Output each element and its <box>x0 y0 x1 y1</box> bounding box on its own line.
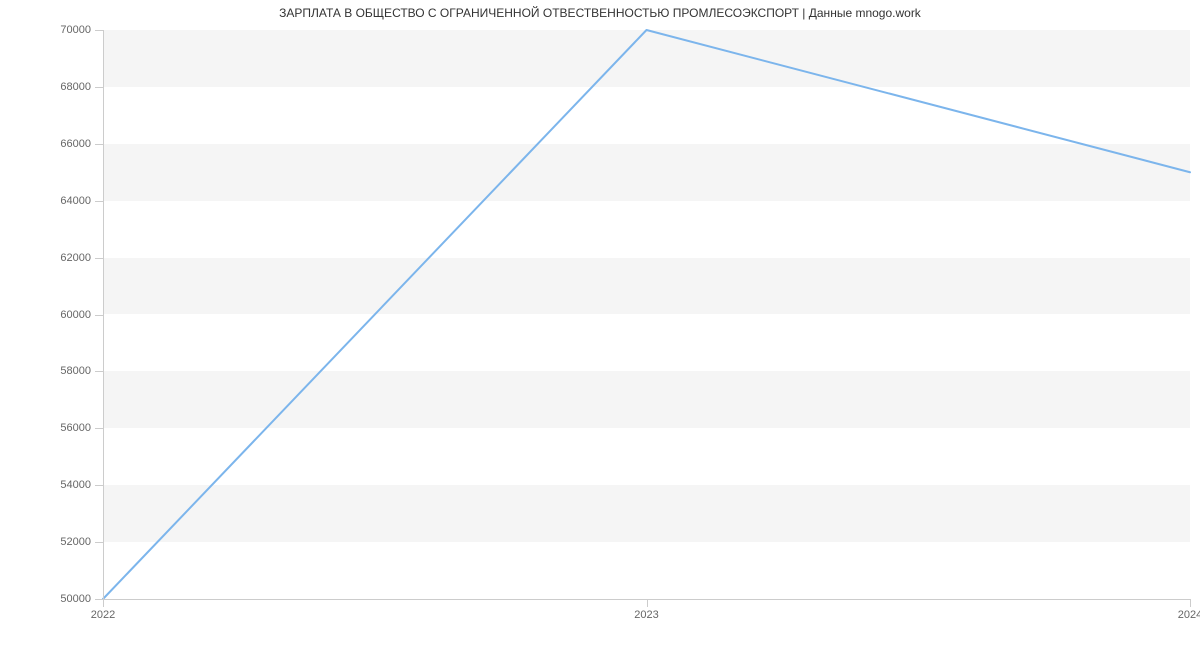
y-axis-line <box>103 30 104 599</box>
y-tick-label: 64000 <box>60 195 91 207</box>
plot-area: 5000052000540005600058000600006200064000… <box>103 30 1190 599</box>
y-tick-mark <box>95 315 103 316</box>
x-tick-mark <box>1190 599 1191 607</box>
y-tick-label: 52000 <box>60 536 91 548</box>
x-tick-mark <box>103 599 104 607</box>
y-tick-label: 62000 <box>60 252 91 264</box>
y-tick-mark <box>95 144 103 145</box>
x-tick-label: 2024 <box>1178 609 1200 621</box>
salary-chart: ЗАРПЛАТА В ОБЩЕСТВО С ОГРАНИЧЕННОЙ ОТВЕС… <box>0 0 1200 650</box>
y-tick-mark <box>95 201 103 202</box>
y-tick-mark <box>95 30 103 31</box>
y-tick-label: 50000 <box>60 593 91 605</box>
y-tick-mark <box>95 599 103 600</box>
y-tick-mark <box>95 428 103 429</box>
y-tick-label: 68000 <box>60 81 91 93</box>
y-tick-mark <box>95 485 103 486</box>
y-tick-mark <box>95 542 103 543</box>
x-tick-label: 2023 <box>634 609 658 621</box>
line-series <box>103 30 1190 599</box>
y-tick-label: 54000 <box>60 479 91 491</box>
y-tick-label: 58000 <box>60 365 91 377</box>
y-tick-mark <box>95 87 103 88</box>
y-tick-label: 60000 <box>60 309 91 321</box>
y-tick-label: 70000 <box>60 24 91 36</box>
x-tick-label: 2022 <box>91 609 115 621</box>
x-tick-mark <box>647 599 648 607</box>
y-tick-mark <box>95 258 103 259</box>
y-tick-label: 66000 <box>60 138 91 150</box>
y-tick-mark <box>95 371 103 372</box>
x-axis-line <box>103 599 1190 600</box>
y-tick-label: 56000 <box>60 422 91 434</box>
chart-title: ЗАРПЛАТА В ОБЩЕСТВО С ОГРАНИЧЕННОЙ ОТВЕС… <box>0 6 1200 20</box>
